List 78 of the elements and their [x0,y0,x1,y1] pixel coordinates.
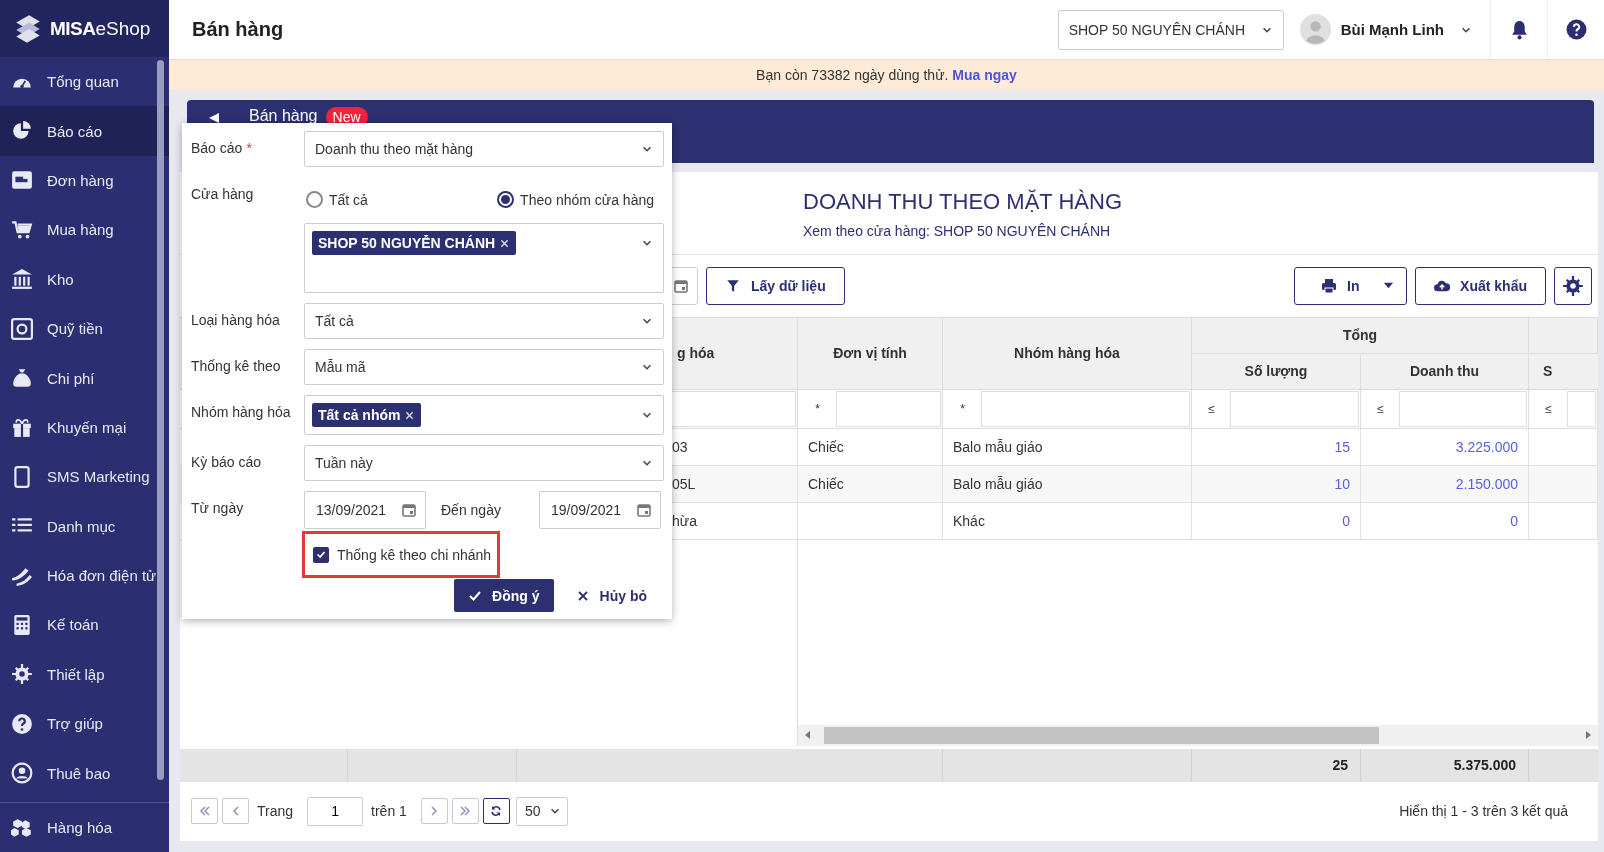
field-label: Thống kê theo [191,357,282,376]
field-label: Báo cáo [191,140,243,156]
dropdown-field[interactable]: Tuần này [304,445,664,481]
column-header[interactable]: Đơn vị tính [798,317,943,390]
column-header[interactable]: Doanh thu [1361,353,1529,390]
logo[interactable]: MISAeShop [0,0,169,57]
field-label: Từ ngày [191,499,245,518]
sidebar-item[interactable]: Quỹ tiền [0,303,169,354]
sidebar-item[interactable]: Hóa đơn điện tử [0,550,169,601]
table-cell: Chiếc [798,465,943,502]
page-heading: Bán hàng [249,106,318,126]
table-cell[interactable]: 10 [1192,465,1361,502]
field-label: Cửa hàng [191,185,255,204]
table-cell[interactable]: 15 [1192,428,1361,465]
sidebar-item[interactable]: Danh mục [0,501,169,551]
page-count: trên 1 [371,803,407,820]
table-cell[interactable]: 2.150.000 [1361,465,1529,502]
export-button[interactable]: Xuất khẩu [1415,266,1546,305]
sidebar-item[interactable]: Khuyến mại [0,402,169,453]
date-field[interactable]: 19/09/2021 [539,491,661,529]
table-cell: Balo mẫu giáo [943,465,1192,502]
confirm-button[interactable]: Đồng ý [454,579,554,612]
sidebar-item[interactable]: Kế toán [0,600,169,650]
trial-text: Bạn còn 73382 ngày dùng thử. [756,67,950,83]
sidebar-item[interactable]: Đơn hàng [0,155,169,206]
total-cell: 5.375.000 [1361,748,1529,782]
field-label: Nhóm hàng hóa [191,403,292,422]
fetch-data-button[interactable]: Lấy dữ liệu [706,266,845,305]
selected-tag[interactable]: SHOP 50 NGUYỄN CHÁNH [312,231,517,255]
column-group-header: Tổng [1192,317,1529,354]
cancel-button[interactable]: Hủy bỏ [575,579,647,612]
dropdown-field[interactable]: Tất cả [304,303,664,339]
shop-select[interactable]: SHOP 50 NGUYÊN CHÁNH [1057,9,1284,50]
logo-text: MISAeShop [50,17,151,40]
sidebar-item[interactable]: Hàng hóa [0,802,169,852]
report-select[interactable]: Doanh thu theo mặt hàng [304,131,664,167]
field-label: Đến ngày [440,502,502,518]
page-title: Bán hàng [191,18,284,41]
field-label: Kỳ báo cáo [191,453,263,472]
table-cell: Khác [943,502,1192,539]
print-button[interactable]: In [1294,266,1408,305]
total-cell: 25 [1192,748,1361,782]
sidebar-item[interactable]: Thiết lập [0,649,169,700]
filter-operator[interactable]: * [944,390,982,427]
sidebar-item[interactable]: Mua hàng [0,205,169,255]
table-cell[interactable]: 0 [1361,502,1529,539]
sidebar-item[interactable]: Trợ giúp [0,699,169,749]
column-header[interactable]: Nhóm hàng hóa [943,317,1192,390]
required-mark: * [246,140,252,156]
selected-tag[interactable]: Tất cả nhóm [312,403,422,427]
dropdown-field[interactable]: Mẫu mã [304,349,664,385]
column-header[interactable]: Số lượng [1192,353,1361,390]
sidebar-item[interactable]: Báo cáo [0,106,169,156]
sidebar-item[interactable]: Tổng quan [0,57,169,107]
table-cell[interactable]: 3.225.000 [1361,428,1529,465]
report-subtitle: Xem theo cửa hàng: SHOP 50 NGUYÊN CHÁNH [803,223,1112,239]
table-cell: Balo mẫu giáo [943,428,1192,465]
field-label: Loại hàng hóa [191,311,281,330]
multi-select-field[interactable]: SHOP 50 NGUYỄN CHÁNH [304,223,664,293]
page-number-field[interactable]: 1 [307,796,364,826]
user-menu[interactable]: Bùi Mạnh Linh [1340,21,1472,38]
result-summary: Hiển thị 1 - 3 trên 3 kết quả [1399,803,1568,820]
page-size-select[interactable]: 50 [515,796,568,826]
page-label: Trang [257,803,294,820]
date-field[interactable]: 13/09/2021 [304,491,426,529]
sidebar-item[interactable]: SMS Marketing [0,452,169,502]
radio-option[interactable]: Tất cả [306,186,368,213]
buy-now-link[interactable]: Mua ngay [952,67,1017,83]
table-cell: Chiếc [798,428,943,465]
radio-option[interactable]: Theo nhóm cửa hàng [497,186,654,213]
column-header[interactable]: S [1529,353,1598,390]
table-cell[interactable]: 0 [1192,502,1361,539]
sidebar-item[interactable]: Chi phí [0,353,169,403]
sidebar-item[interactable]: Kho [0,254,169,304]
multi-select-field[interactable]: Tất cả nhóm [304,395,664,435]
report-title: DOANH THU THEO MẶT HÀNG [803,189,1124,215]
checkbox-option[interactable]: Thống kê theo chi nhánh [302,531,500,578]
sidebar-item[interactable]: Thuê bao [0,748,169,798]
